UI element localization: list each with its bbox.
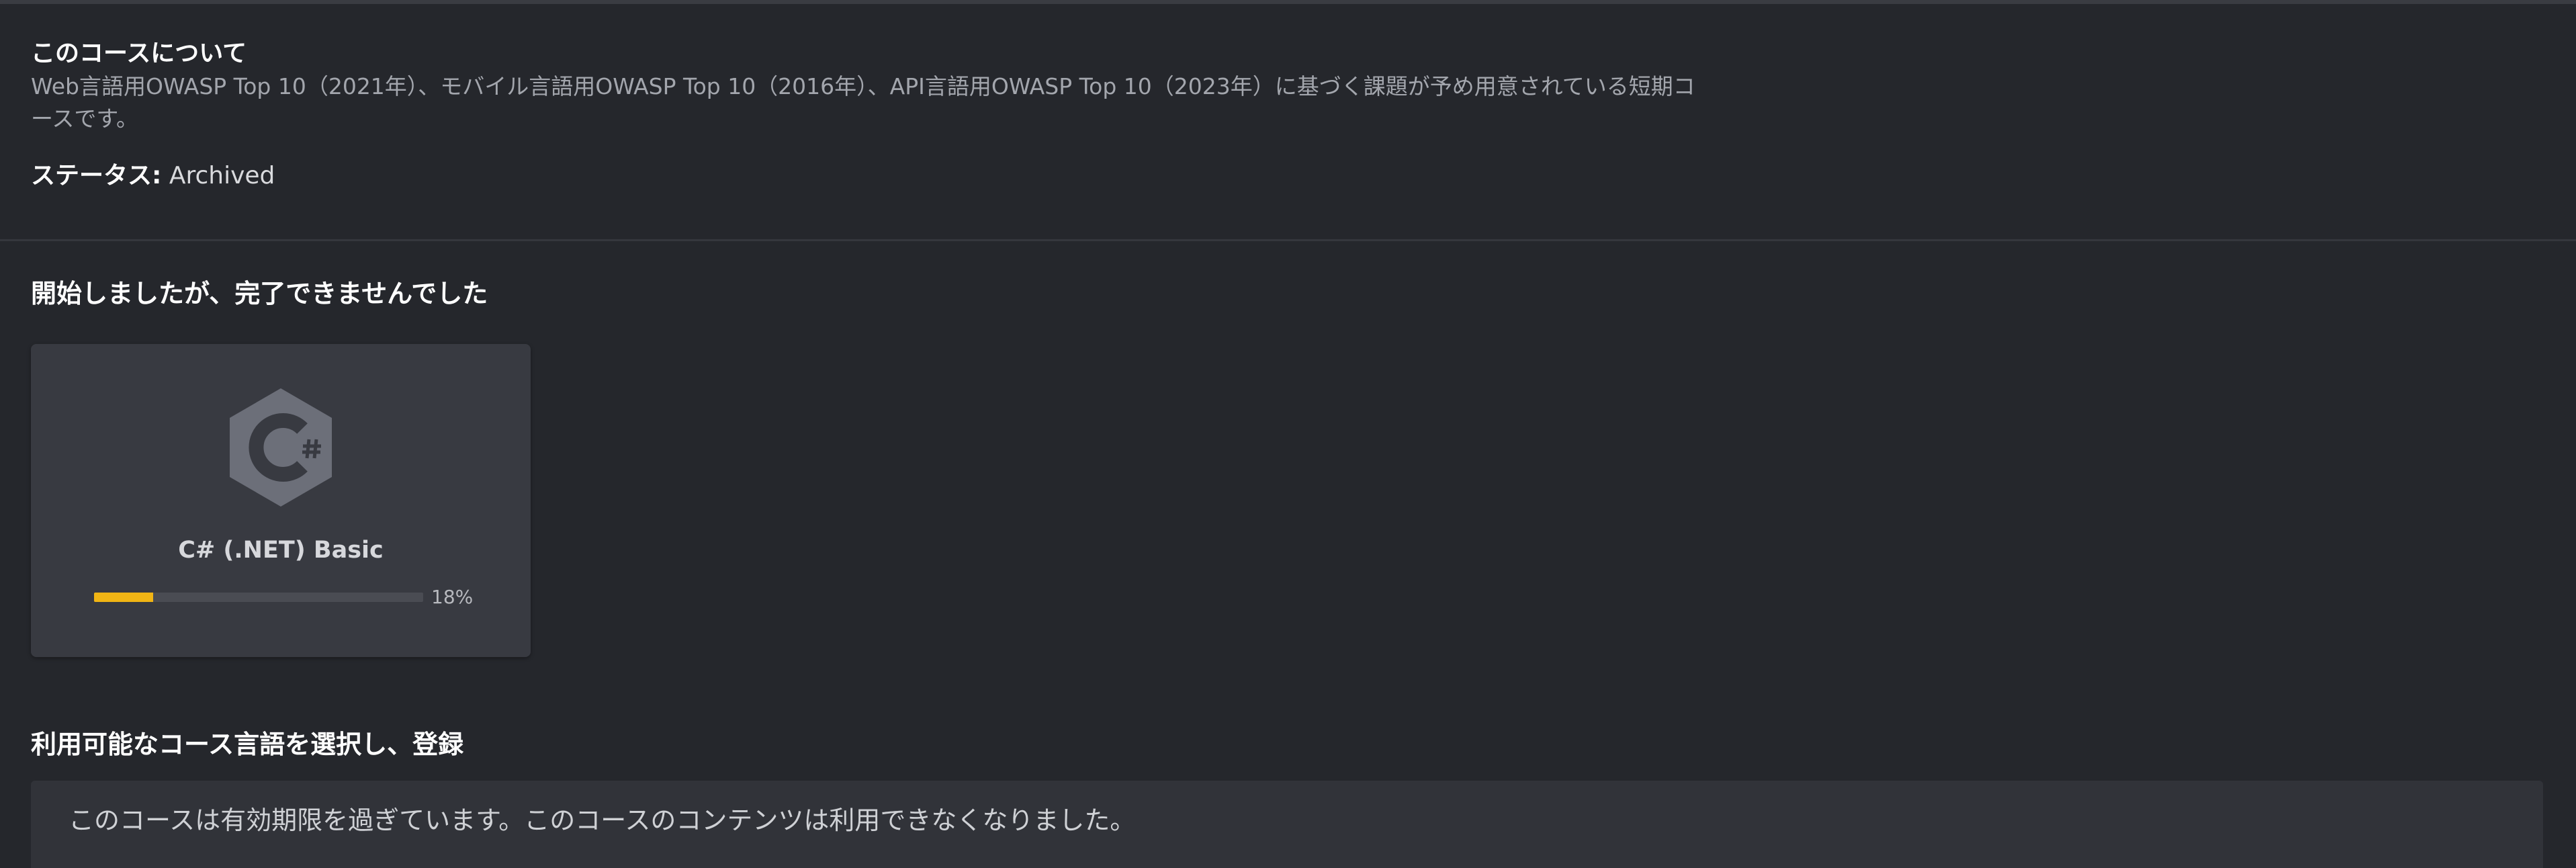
progress-percentage: 18% <box>431 586 474 608</box>
about-title: このコースについて <box>31 40 247 67</box>
expired-notice-text: このコースは有効期限を過ぎています。このコースのコンテンツは利用できなくなりまし… <box>69 806 1136 835</box>
top-border <box>0 0 2576 4</box>
status-value: Archived <box>169 162 275 189</box>
section-divider <box>0 239 2576 241</box>
progress-bar <box>94 593 423 602</box>
progress-bar-fill <box>94 593 154 602</box>
course-page: このコースについて Web言語用OWASP Top 10（2021年）、モバイル… <box>0 0 2576 868</box>
course-name: C# (.NET) Basic <box>178 537 384 564</box>
about-section: このコースについて Web言語用OWASP Top 10（2021年）、モバイル… <box>31 37 1750 193</box>
select-language-heading: 利用可能なコース言語を選択し、登録 <box>31 730 464 759</box>
csharp-logo-icon <box>230 388 332 507</box>
about-description: Web言語用OWASP Top 10（2021年）、モバイル言語用OWASP T… <box>31 73 1695 132</box>
expired-notice: このコースは有効期限を過ぎています。このコースのコンテンツは利用できなくなりまし… <box>31 781 2543 868</box>
started-section-heading: 開始しましたが、完了できませんでした <box>31 279 488 308</box>
status-line: ステータス: Archived <box>31 159 1750 193</box>
course-card[interactable]: C# (.NET) Basic 18% <box>31 344 531 657</box>
status-label: ステータス: <box>31 162 162 189</box>
